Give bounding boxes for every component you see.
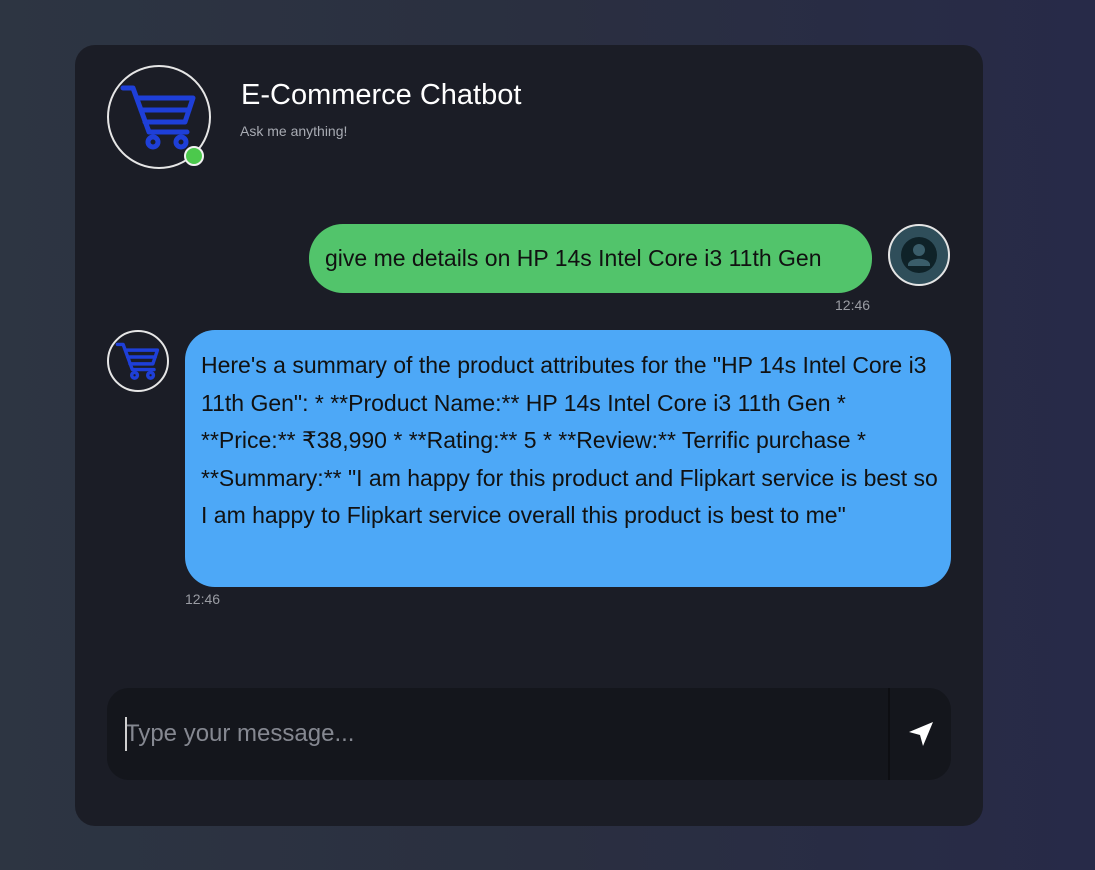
shopping-cart-icon (115, 342, 160, 380)
text-caret (125, 717, 127, 751)
user-avatar (888, 224, 950, 286)
shopping-cart-icon (120, 85, 196, 150)
bot-avatar (107, 330, 169, 392)
user-message-bubble: give me details on HP 14s Intel Core i3 … (309, 224, 872, 293)
bot-message-time: 12:46 (185, 591, 221, 607)
bot-message-text: Here's a summary of the product attribut… (201, 352, 938, 528)
message-composer (107, 688, 951, 780)
bot-message-bubble: Here's a summary of the product attribut… (185, 330, 951, 587)
chat-subtitle: Ask me anything! (240, 123, 348, 139)
send-button[interactable] (890, 688, 951, 780)
send-arrow-icon (908, 722, 933, 746)
user-message-text: give me details on HP 14s Intel Core i3 … (325, 245, 822, 271)
online-status-dot (184, 146, 204, 166)
chat-window: E-Commerce Chatbot Ask me anything! give… (75, 45, 983, 826)
message-input[interactable] (107, 688, 888, 780)
user-message-time: 12:46 (835, 297, 871, 313)
chat-title: E-Commerce Chatbot (241, 79, 522, 111)
user-icon (901, 237, 937, 273)
